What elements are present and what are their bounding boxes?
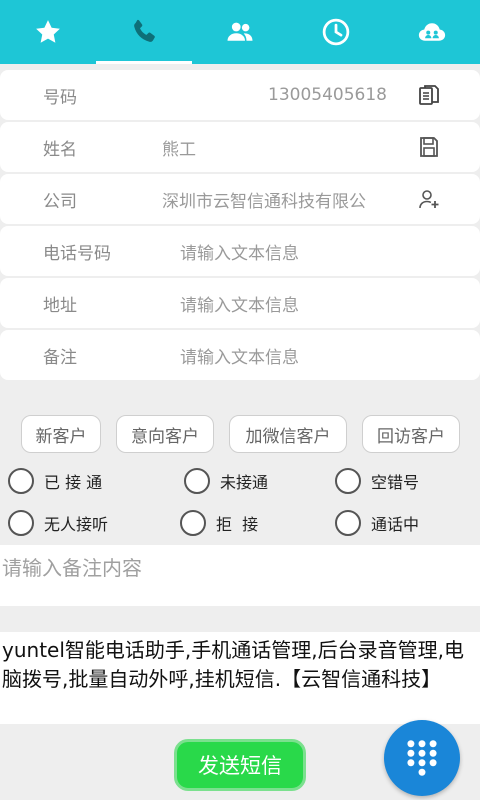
tag-new-customer[interactable]: 新客户 bbox=[21, 415, 101, 453]
status-label: 未接通 bbox=[220, 473, 269, 492]
status-rejected[interactable]: 拒 接 bbox=[180, 510, 258, 536]
address-label: 地址 bbox=[43, 295, 77, 316]
radio-circle[interactable] bbox=[335, 468, 361, 494]
tab-contacts[interactable] bbox=[192, 0, 288, 64]
status-not-connected[interactable]: 未接通 bbox=[184, 468, 268, 494]
tab-favorites[interactable] bbox=[0, 0, 96, 64]
remark-label: 备注 bbox=[43, 347, 77, 368]
name-label: 姓名 bbox=[43, 139, 77, 160]
tab-calls[interactable] bbox=[96, 0, 192, 64]
send-sms-button[interactable]: 发送短信 bbox=[174, 739, 306, 791]
radio-circle[interactable] bbox=[335, 510, 361, 536]
radio-circle[interactable] bbox=[184, 468, 210, 494]
copy-button[interactable] bbox=[416, 82, 442, 108]
phone-row: 电话号码 请输入文本信息 bbox=[0, 226, 480, 276]
status-label: 通话中 bbox=[371, 515, 420, 534]
radio-circle[interactable] bbox=[8, 510, 34, 536]
sms-text-input[interactable]: yuntel智能电话助手,手机通话管理,后台录音管理,电脑拨号,批量自动外呼,挂… bbox=[0, 632, 480, 724]
dialpad-icon bbox=[407, 740, 437, 776]
number-label: 号码 bbox=[43, 87, 77, 108]
add-contact-icon bbox=[419, 190, 439, 209]
remark-input[interactable]: 请输入文本信息 bbox=[180, 343, 299, 368]
phone-label: 电话号码 bbox=[43, 243, 111, 264]
radio-circle[interactable] bbox=[180, 510, 206, 536]
remark-row: 备注 请输入文本信息 bbox=[0, 330, 480, 380]
phone-icon bbox=[134, 19, 155, 42]
status-busy[interactable]: 通话中 bbox=[335, 510, 419, 536]
tag-intent-customer[interactable]: 意向客户 bbox=[116, 415, 214, 453]
status-no-answer[interactable]: 无人接听 bbox=[8, 510, 108, 536]
number-value[interactable]: 13005405618 bbox=[268, 85, 387, 105]
customer-tags: 新客户 意向客户 加微信客户 回访客户 bbox=[0, 415, 480, 453]
dialpad-button[interactable] bbox=[384, 720, 460, 796]
tab-cloud[interactable] bbox=[384, 0, 480, 64]
address-row: 地址 请输入文本信息 bbox=[0, 278, 480, 328]
status-label: 已 接 通 bbox=[44, 473, 103, 492]
top-tab-bar bbox=[0, 0, 480, 64]
company-row: 公司 深圳市云智信通科技有限公 bbox=[0, 174, 480, 224]
star-icon bbox=[36, 20, 60, 43]
status-label: 空错号 bbox=[371, 473, 420, 492]
company-value[interactable]: 深圳市云智信通科技有限公 bbox=[162, 187, 366, 212]
note-placeholder: 请输入备注内容 bbox=[2, 556, 142, 580]
name-value[interactable]: 熊工 bbox=[162, 135, 196, 160]
note-input[interactable]: 请输入备注内容 bbox=[0, 545, 480, 606]
contacts-icon bbox=[227, 22, 253, 41]
save-button[interactable] bbox=[416, 134, 442, 160]
clock-icon bbox=[322, 18, 350, 46]
radio-circle[interactable] bbox=[8, 468, 34, 494]
copy-icon bbox=[419, 85, 439, 105]
company-label: 公司 bbox=[43, 191, 77, 212]
name-row: 姓名 熊工 bbox=[0, 122, 480, 172]
status-connected[interactable]: 已 接 通 bbox=[8, 468, 102, 494]
cloud-group-icon bbox=[418, 23, 446, 41]
phone-input[interactable]: 请输入文本信息 bbox=[180, 239, 299, 264]
contact-form: 号码 13005405618 姓名 熊工 公司 深圳市云智信通科技有限公 电话号… bbox=[0, 70, 480, 382]
tag-revisit-customer[interactable]: 回访客户 bbox=[362, 415, 460, 453]
tag-wechat-customer[interactable]: 加微信客户 bbox=[229, 415, 347, 453]
number-row: 号码 13005405618 bbox=[0, 70, 480, 120]
save-icon bbox=[420, 137, 438, 157]
address-input[interactable]: 请输入文本信息 bbox=[180, 291, 299, 316]
status-invalid-number[interactable]: 空错号 bbox=[335, 468, 419, 494]
status-label: 无人接听 bbox=[44, 515, 109, 534]
status-label: 拒 接 bbox=[216, 515, 259, 534]
tab-recent[interactable] bbox=[288, 0, 384, 64]
add-contact-button[interactable] bbox=[416, 186, 442, 212]
